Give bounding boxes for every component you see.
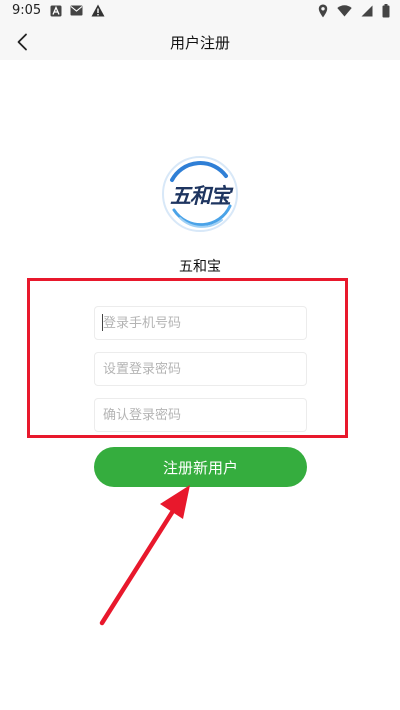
annotation-arrow-icon (99, 485, 190, 626)
